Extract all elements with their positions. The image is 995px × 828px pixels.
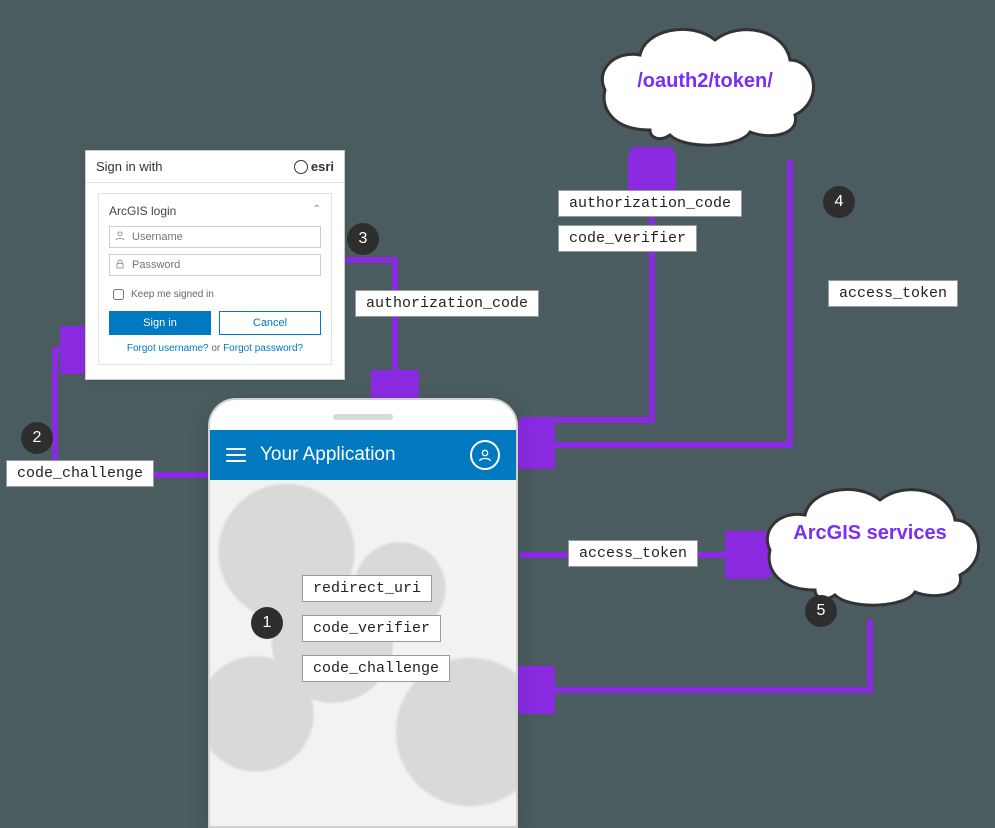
label-access-token-mid: access_token	[568, 540, 698, 567]
hamburger-icon[interactable]	[226, 448, 246, 462]
profile-icon[interactable]	[470, 440, 500, 470]
chevron-up-icon: ⌃	[313, 204, 321, 218]
cloud-services: ArcGIS services	[755, 480, 985, 620]
step-2-badge: 2	[21, 422, 53, 454]
user-icon	[114, 230, 126, 242]
keep-signed-checkbox[interactable]: Keep me signed in	[109, 286, 321, 303]
step-3-badge: 3	[347, 223, 379, 255]
cloud-services-label: ArcGIS services	[755, 522, 985, 544]
signin-button[interactable]: Sign in	[109, 311, 211, 335]
forgot-username-link[interactable]: Forgot username?	[127, 343, 209, 354]
label-authorization-code-top: authorization_code	[558, 190, 742, 217]
label-code-challenge-left: code_challenge	[6, 460, 154, 487]
app-title: Your Application	[260, 444, 396, 466]
step-5-badge: 5	[805, 595, 837, 627]
password-input[interactable]	[109, 254, 321, 276]
map-area	[210, 480, 516, 828]
label-access-token-right: access_token	[828, 280, 958, 307]
forgot-password-link[interactable]: Forgot password?	[223, 343, 303, 354]
login-dialog: Sign in with esri ArcGIS login ⌃ Keep me…	[85, 150, 345, 380]
label-code-challenge-phone: code_challenge	[302, 655, 450, 682]
lock-icon	[114, 258, 126, 270]
cloud-token-endpoint: /oauth2/token/	[590, 20, 820, 160]
esri-logo: esri	[294, 159, 334, 174]
arcgis-login-title: ArcGIS login	[109, 204, 176, 218]
step-1-badge: 1	[251, 607, 283, 639]
label-code-verifier-phone: code_verifier	[302, 615, 441, 642]
globe-icon	[294, 160, 308, 174]
signin-with-label: Sign in with	[96, 159, 162, 174]
label-authorization-code-mid: authorization_code	[355, 290, 539, 317]
label-code-verifier-top: code_verifier	[558, 225, 697, 252]
phone-speaker	[333, 414, 393, 420]
cloud-token-label: /oauth2/token/	[590, 70, 820, 93]
step-4-badge: 4	[823, 186, 855, 218]
app-bar: Your Application	[210, 430, 516, 480]
cancel-button[interactable]: Cancel	[219, 311, 321, 335]
label-redirect-uri: redirect_uri	[302, 575, 432, 602]
username-input[interactable]	[109, 226, 321, 248]
